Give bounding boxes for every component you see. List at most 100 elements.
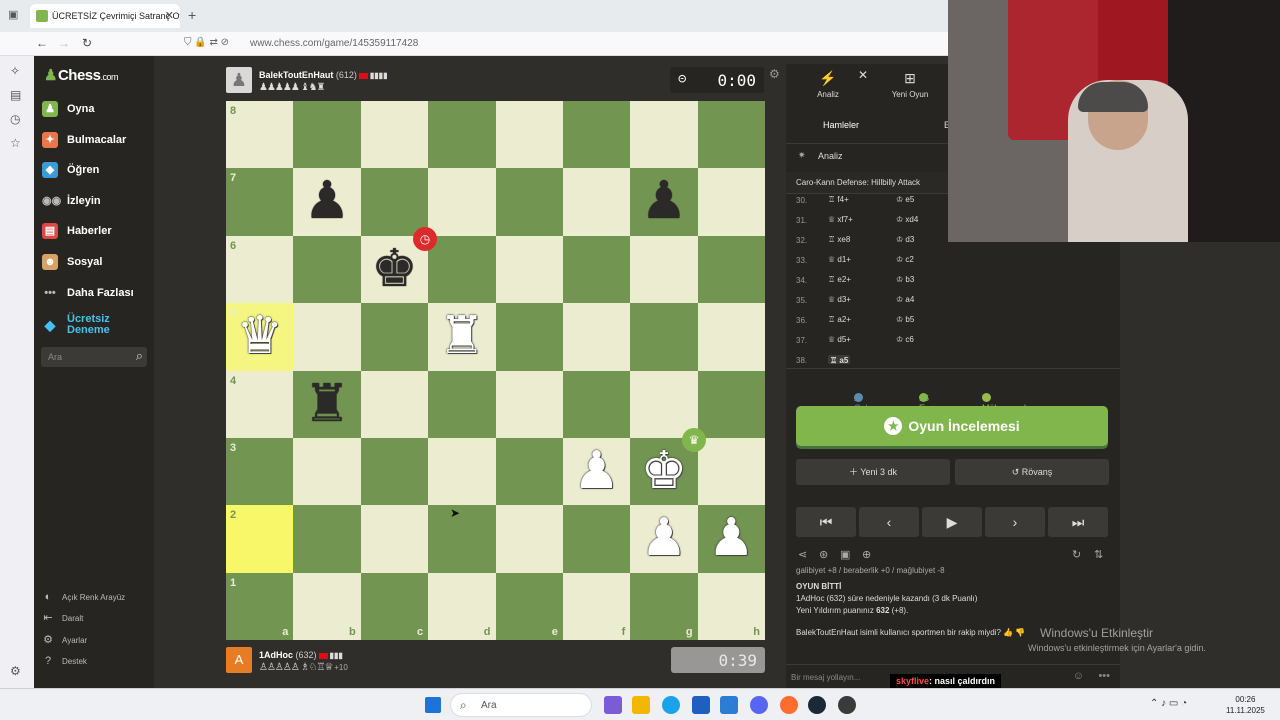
square-e5[interactable] [495,303,563,371]
square-a8[interactable]: 8 [226,101,294,169]
support-button[interactable]: ? Destek [42,655,87,667]
nav-item-learn[interactable]: ◆ Öğren [42,159,152,181]
image-icon[interactable]: ▣ [840,548,850,561]
nav-search-input[interactable]: Ara ⌕ [41,347,147,367]
square-g1[interactable]: g [630,572,698,641]
new-game-button[interactable]: ＋ Yeni 3 dk [796,459,950,485]
top-player-avatar[interactable]: ♟ [226,67,252,93]
square-a1[interactable]: 1a [226,572,294,641]
square-e7[interactable] [495,168,563,236]
square-c5[interactable] [360,303,429,371]
black-move[interactable]: ♔ b3 [896,275,914,284]
file-explorer-icon[interactable] [632,696,650,714]
square-f5[interactable] [562,303,631,371]
black-move[interactable]: ♔ xd4 [896,215,918,224]
collapse-button[interactable]: ⇤ Daralt [42,612,83,624]
nav-item-trial[interactable]: ◆ Ücretsiz Deneme [42,312,152,338]
white-move[interactable]: ♕ d3+ [828,295,851,304]
back-icon[interactable]: ← [36,36,48,50]
history-panel-icon[interactable]: ▤ [10,88,21,102]
analysis-board-icon[interactable]: ⊛ [819,548,828,561]
tab-analysis[interactable]: ⚡ Analiz [798,70,858,99]
square-h5[interactable] [697,303,766,371]
square-h4[interactable] [697,370,766,438]
nav-item-news[interactable]: ▤ Haberler [42,220,152,242]
url-bar[interactable]: ⛉ 🔒 ⇄ ⊘ www.chess.com/game/145359117428 [182,35,882,53]
chessboard[interactable]: 8 7 6 5 4 3 2 1 a b c d e f g h ♟ ♟ ♚ ♛ ♜ ♜ ♟ ♚ ♟ ♟ [226,101,766,641]
square-h3[interactable] [697,437,766,506]
square-b6[interactable] [293,235,361,304]
new-tab-icon[interactable]: + [188,7,196,23]
outlook-icon[interactable] [720,696,738,714]
play-button[interactable]: ▶ [922,507,982,537]
white-piece[interactable]: ♜ [428,303,495,370]
clock-icon[interactable]: ◷ [10,112,20,126]
close-icon[interactable]: ✕ [858,68,868,82]
nav-item-social[interactable]: ☻ Sosyal [42,251,152,273]
square-c2[interactable] [360,505,429,573]
black-move[interactable]: ♔ c6 [896,335,914,344]
discord-icon[interactable] [750,696,768,714]
square-b2[interactable] [293,505,361,573]
square-a2[interactable]: 2 [226,505,294,573]
white-move[interactable]: ♕ d5+ [828,335,851,344]
copilot-icon[interactable] [604,696,622,714]
square-b8[interactable] [293,101,361,169]
black-move[interactable]: ♔ c2 [896,255,914,264]
white-move[interactable]: ♕ xf7+ [828,215,853,224]
square-c3[interactable] [360,437,429,506]
refresh-icon[interactable]: ↻ [1072,548,1081,561]
white-move[interactable]: ♖ a2+ [828,315,851,324]
bottom-player-avatar[interactable]: A [226,647,252,673]
taskbar-search[interactable]: ⌕ Ara [450,693,592,717]
previous-move-button[interactable]: ‹ [859,507,919,537]
search-icon[interactable]: ⌕ [136,348,143,364]
square-g5[interactable] [630,303,698,371]
square-h8[interactable] [697,101,766,169]
share-icon[interactable]: ⋖ [798,548,807,561]
square-e3[interactable] [495,437,563,506]
nav-item-play[interactable]: ♟ Oyna [42,98,152,120]
square-c4[interactable] [360,370,429,438]
white-move[interactable]: ♖ e2+ [828,275,851,284]
square-e1[interactable]: e [495,572,563,641]
black-move[interactable]: ♔ d3 [896,235,914,244]
white-move[interactable]: ♕ d1+ [828,255,851,264]
reload-icon[interactable]: ↻ [82,36,92,50]
tab-moves[interactable]: Hamleler [823,120,859,130]
square-e2[interactable] [495,505,563,573]
square-a7[interactable]: 7 [226,168,294,236]
square-f8[interactable] [562,101,631,169]
firefox-icon[interactable] [780,696,798,714]
tray-tray-icons[interactable]: ⌃ ♪ ▭ ◔ [1150,698,1187,709]
square-d8[interactable] [428,101,496,169]
square-f6[interactable] [562,235,631,304]
ai-icon[interactable]: ✧ [10,64,20,78]
store-icon[interactable] [692,696,710,714]
top-player-name[interactable]: BalekToutEnHaut (612) ▮▮▮▮ [259,70,387,80]
bookmark-icon[interactable]: ☆ [10,136,21,150]
black-piece[interactable]: ♜ [293,371,360,438]
white-piece[interactable]: ♟ [698,505,765,572]
chesscom-logo[interactable]: ♟Chess.com [44,66,118,84]
board-settings-icon[interactable]: ⚙ [769,67,780,81]
black-move[interactable]: ♔ e5 [896,195,914,204]
thumbs-down-icon[interactable]: 👎 [1015,628,1025,637]
square-d7[interactable] [428,168,496,236]
edge-icon[interactable] [662,696,680,714]
square-f2[interactable] [562,505,631,573]
square-d6[interactable] [428,235,496,304]
last-move-button[interactable]: ⏭ [1048,507,1108,537]
square-c7[interactable] [360,168,429,236]
tab-new-game[interactable]: ⊞ Yeni Oyun [880,70,940,99]
square-d4[interactable] [428,370,496,438]
forward-icon[interactable]: → [58,36,70,50]
square-e8[interactable] [495,101,563,169]
white-move[interactable]: ♖ a5 [828,355,851,364]
emoji-icon[interactable]: ☺ [1073,670,1084,682]
obs-icon[interactable] [838,696,856,714]
windows-start-icon[interactable] [425,697,441,713]
square-c1[interactable]: c [360,572,429,641]
square-f4[interactable] [562,370,631,438]
chat-menu-icon[interactable]: ••• [1098,670,1110,682]
